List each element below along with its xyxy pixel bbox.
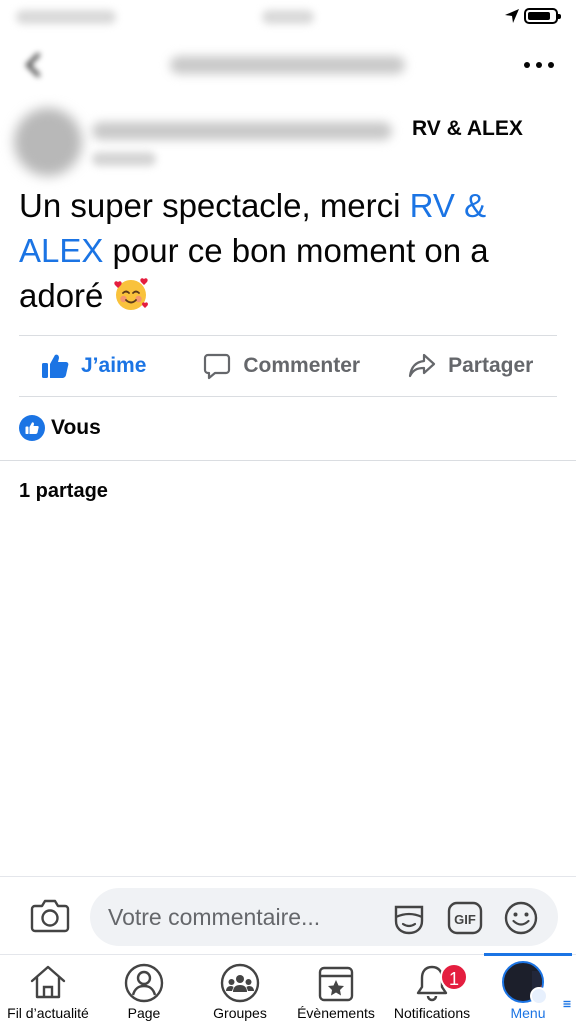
tab-notifications[interactable]: 1 Notifications — [384, 955, 480, 1024]
tab-label: Notifications — [393, 1005, 471, 1021]
like-reaction-icon — [19, 415, 45, 441]
comment-label: Commenter — [243, 354, 361, 377]
post-text: Un super spectacle, merci RV & ALEX pour… — [19, 183, 559, 318]
back-icon[interactable] — [20, 52, 50, 78]
home-icon — [30, 965, 66, 999]
tab-label: Page — [127, 1005, 161, 1021]
notification-count-badge: 1 — [440, 963, 468, 991]
post-text-start: Un super spectacle, merci — [19, 187, 410, 224]
tab-bar: Fil d’actualité Page Groupes Évènements — [0, 953, 576, 1024]
status-bar — [0, 0, 576, 34]
clock — [262, 10, 314, 24]
gif-icon[interactable]: GIF — [446, 899, 484, 937]
location-arrow-icon — [505, 9, 519, 23]
tab-news-feed[interactable]: Fil d’actualité — [0, 955, 96, 1024]
thumbs-up-icon — [42, 354, 69, 378]
share-button[interactable]: Partager — [408, 336, 533, 396]
emoji-icon[interactable] — [502, 899, 540, 937]
groups-icon — [220, 963, 260, 1003]
tab-label: Menu — [510, 1005, 546, 1021]
share-label: Partager — [448, 354, 534, 377]
page-icon — [124, 963, 164, 1003]
carrier-info — [16, 10, 116, 24]
page-title — [170, 56, 405, 74]
share-count[interactable]: 1 partage — [19, 480, 108, 503]
battery-icon — [524, 8, 561, 24]
gif-label: GIF — [454, 912, 476, 927]
tab-label: Fil d’actualité — [7, 1005, 89, 1021]
reactions-summary[interactable]: Vous — [19, 414, 101, 442]
author-name[interactable] — [92, 122, 392, 140]
post-meta — [92, 152, 156, 166]
tab-events[interactable]: Évènements — [288, 955, 384, 1024]
like-label: J’aime — [81, 354, 147, 377]
sticker-icon[interactable] — [390, 899, 428, 937]
calendar-icon — [318, 966, 354, 1002]
comment-placeholder: Votre commentaire... — [108, 904, 321, 930]
divider — [19, 396, 557, 397]
comment-icon — [204, 353, 231, 380]
menu-lines-icon — [530, 987, 571, 1008]
tab-label: Évènements — [297, 1005, 375, 1021]
comment-button[interactable]: Commenter — [203, 336, 360, 396]
comment-input[interactable]: Votre commentaire... GIF — [90, 888, 558, 946]
action-bar: J’aime Commenter Partager — [19, 336, 557, 396]
tagged-page-name[interactable]: RV & ALEX — [412, 117, 523, 141]
tab-groups[interactable]: Groupes — [192, 955, 288, 1024]
like-button[interactable]: J’aime — [41, 336, 146, 396]
smiling-face-with-hearts-icon — [113, 278, 148, 310]
top-bar — [0, 40, 576, 90]
tab-page[interactable]: Page — [96, 955, 192, 1024]
comment-bar: Votre commentaire... GIF — [0, 876, 576, 954]
ellipsis-icon[interactable] — [524, 58, 554, 72]
tab-label: Groupes — [213, 1005, 267, 1021]
author-avatar[interactable] — [14, 108, 82, 176]
share-icon — [408, 353, 436, 378]
tab-menu[interactable]: Menu — [480, 955, 576, 1024]
post-header: RV & ALEX — [0, 100, 576, 180]
reaction-names: Vous — [51, 416, 101, 439]
divider — [0, 460, 576, 461]
camera-icon[interactable] — [30, 897, 70, 933]
